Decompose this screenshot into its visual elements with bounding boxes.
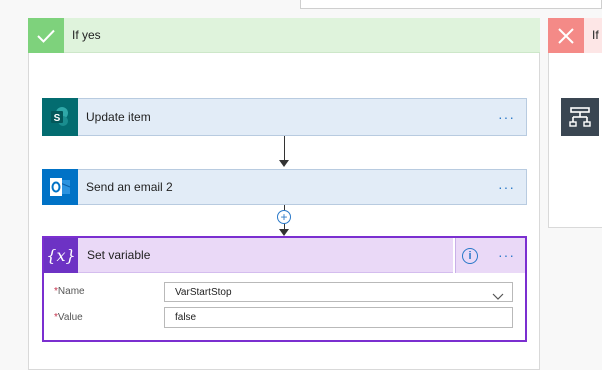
name-value: VarStartStop xyxy=(175,286,232,298)
update-item-menu-button[interactable]: ··· xyxy=(498,98,515,136)
name-field-label: *Name xyxy=(54,286,85,297)
update-item-title: Update item xyxy=(86,110,151,124)
value-input[interactable]: false xyxy=(164,307,513,328)
add-step-button[interactable]: + xyxy=(277,210,291,224)
checkmark-icon xyxy=(28,18,64,53)
top-panel xyxy=(300,0,602,9)
svg-text:S: S xyxy=(54,113,61,124)
value-text: false xyxy=(175,312,197,323)
arrow-down-icon xyxy=(279,160,289,167)
value-label-text: Value xyxy=(57,312,83,323)
arrow-down-icon xyxy=(279,229,289,236)
send-email-title: Send an email 2 xyxy=(86,180,173,194)
set-variable-title: Set variable xyxy=(87,248,151,262)
chevron-down-icon[interactable] xyxy=(492,288,504,306)
condition-action-icon[interactable] xyxy=(561,98,599,136)
if-yes-header[interactable] xyxy=(28,18,540,53)
send-email-menu-button[interactable]: ··· xyxy=(498,169,515,205)
if-no-label: If xyxy=(592,28,599,42)
name-dropdown[interactable]: VarStartStop xyxy=(164,282,513,302)
variable-icon: {x} xyxy=(44,238,78,273)
connector-line xyxy=(284,136,285,161)
name-label-text: Name xyxy=(57,286,85,297)
if-yes-label: If yes xyxy=(72,28,101,42)
value-field-label: *Value xyxy=(54,312,83,323)
set-variable-menu-button[interactable]: ··· xyxy=(498,238,515,273)
info-icon[interactable]: i xyxy=(462,248,478,264)
sharepoint-icon: S xyxy=(42,98,78,136)
close-icon xyxy=(548,18,584,53)
outlook-icon xyxy=(42,169,78,205)
